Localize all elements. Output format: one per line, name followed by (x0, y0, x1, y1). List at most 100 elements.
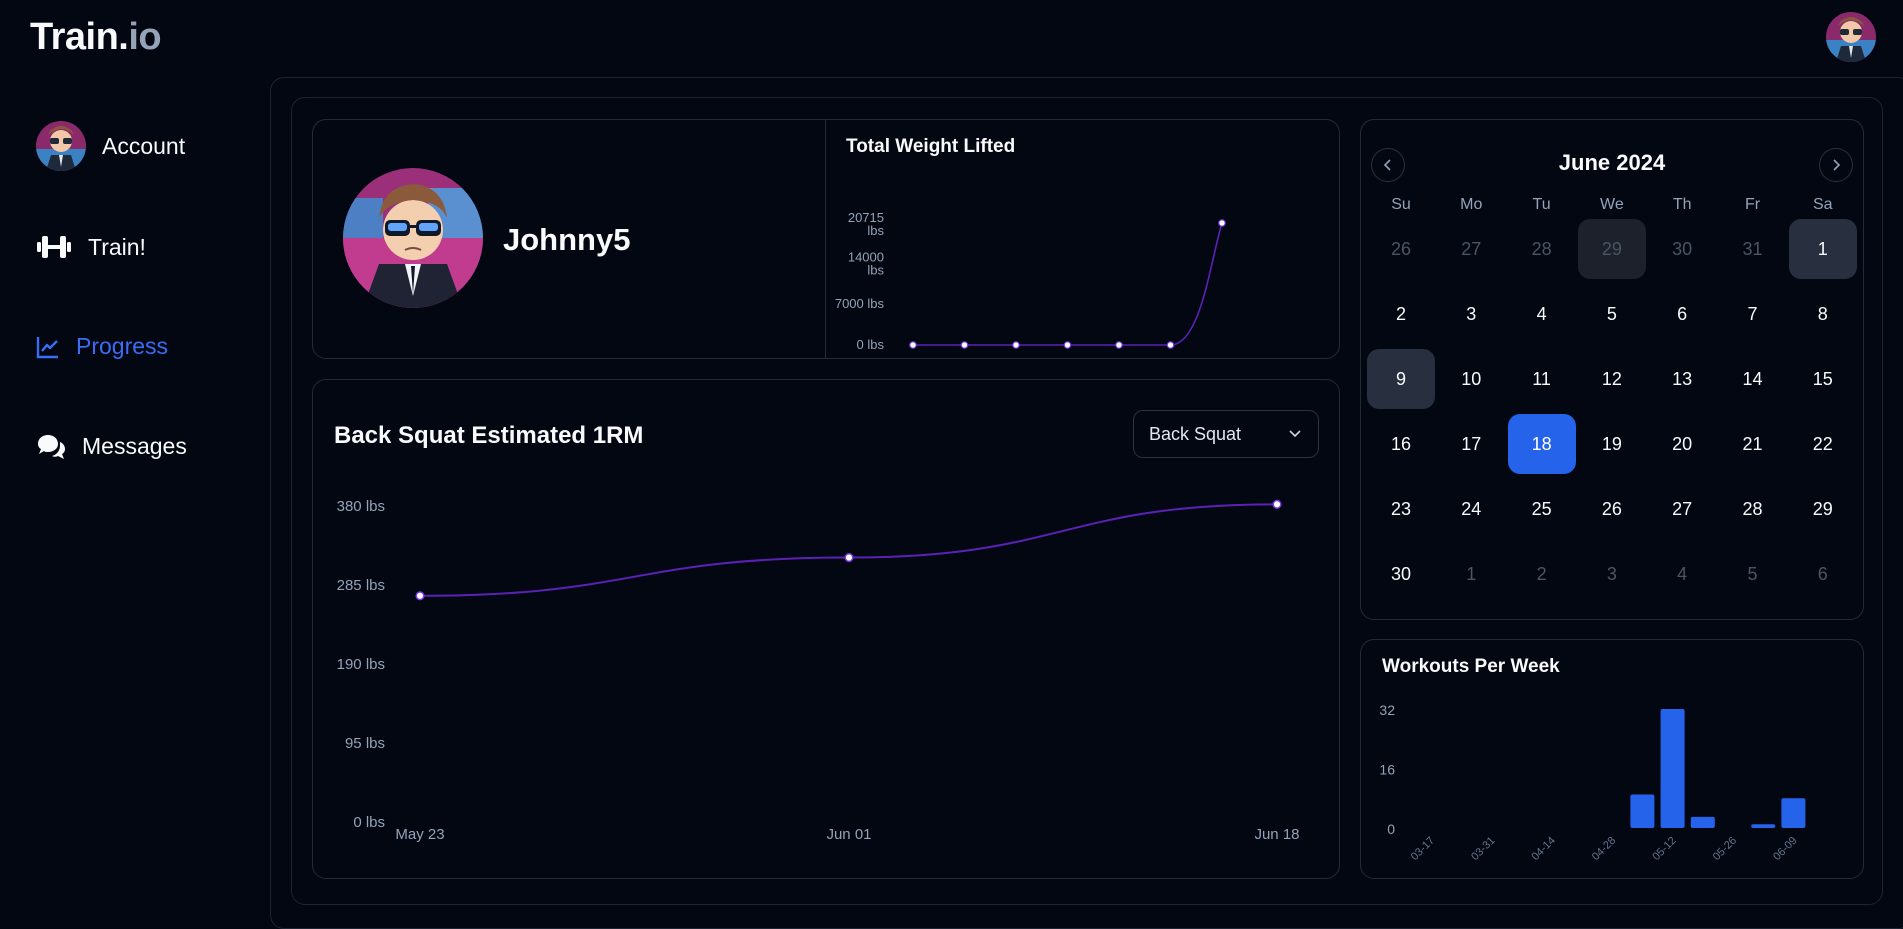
calendar-day[interactable]: 4 (1648, 544, 1716, 604)
nav-progress-label: Progress (76, 333, 169, 359)
calendar-day[interactable]: 21 (1719, 414, 1787, 474)
data-point (909, 341, 917, 349)
calendar-day[interactable]: 16 (1367, 414, 1435, 474)
series-line (419, 503, 1278, 597)
x-tick-label: 03-17 (1409, 835, 1437, 863)
calendar-day[interactable]: 30 (1648, 219, 1716, 279)
calendar-day[interactable]: 4 (1508, 284, 1576, 344)
calendar-day[interactable]: 13 (1648, 349, 1716, 409)
x-tick-label: 06-16 (1088, 355, 1117, 356)
bar (1630, 794, 1655, 828)
y-tick-label: 7000 lbs (835, 296, 885, 311)
y-tick-label: 32 (1379, 702, 1395, 718)
x-tick-label: 06-09 (1771, 835, 1799, 863)
x-tick-label: 06-15 (1036, 355, 1065, 356)
y-tick-label: 95 lbs (345, 735, 385, 752)
y-tick-label: 0 lbs (353, 814, 385, 831)
calendar-day[interactable]: 19 (1578, 414, 1646, 474)
x-tick-label: Jun 01 (826, 826, 871, 843)
calendar-day[interactable]: 26 (1578, 479, 1646, 539)
data-point (1272, 499, 1282, 509)
data-point (1166, 341, 1175, 349)
total-weight-title: Total Weight Lifted (846, 136, 1016, 157)
nav-train-label: Train! (88, 233, 146, 260)
calendar-day[interactable]: 29 (1789, 479, 1857, 539)
bar (1751, 824, 1776, 828)
app-logo[interactable]: Train.io (30, 16, 162, 59)
data-point (415, 591, 425, 601)
chevron-right-icon (1833, 159, 1841, 171)
calendar-day[interactable]: 25 (1508, 479, 1576, 539)
nav-account[interactable]: Account (36, 121, 185, 171)
calendar-day[interactable]: 6 (1648, 284, 1716, 344)
nav-account-label: Account (102, 132, 186, 159)
squat-card: Back Squat Estimated 1RM Back Squat 0 lb… (312, 379, 1340, 879)
profile-avatar (343, 168, 483, 308)
calendar-day[interactable]: 6 (1789, 544, 1857, 604)
calendar-day[interactable]: 29 (1577, 219, 1646, 279)
chart-line-icon (36, 336, 58, 358)
calendar-day[interactable]: 1 (1788, 219, 1857, 279)
calendar-day[interactable]: 14 (1719, 349, 1787, 409)
data-point (960, 341, 969, 349)
calendar-day[interactable]: 30 (1367, 544, 1435, 604)
calendar-day[interactable]: 31 (1719, 219, 1787, 279)
account-avatar (36, 121, 86, 171)
calendar-day[interactable]: 26 (1367, 219, 1435, 279)
x-tick-label: 04-28 (1590, 835, 1618, 863)
calendar-day[interactable]: 10 (1437, 349, 1505, 409)
calendar-card: June 2024 Su Mo Tu We Th Fr Sa 26 27 28 29 30 31 1 2 3 4… (1360, 119, 1864, 620)
calendar-day[interactable]: 3 (1437, 284, 1505, 344)
calendar-day[interactable]: 27 (1437, 219, 1505, 279)
x-tick-label: 06-17 (1139, 355, 1168, 356)
calendar-day[interactable]: 5 (1578, 284, 1646, 344)
calendar-day[interactable]: 24 (1437, 479, 1505, 539)
y-tick-label: 380 lbs (337, 498, 385, 515)
x-tick-label: May 23 (395, 826, 444, 843)
x-tick-label: 06-14 (985, 355, 1014, 356)
calendar-day[interactable]: 5 (1719, 544, 1787, 604)
calendar-day[interactable]: 17 (1437, 414, 1505, 474)
y-tick-label: 285 lbs (337, 577, 385, 594)
calendar-day[interactable]: 11 (1508, 349, 1576, 409)
calendar-day[interactable]: 22 (1789, 414, 1857, 474)
calendar-next-button[interactable] (1819, 148, 1853, 182)
calendar-day[interactable]: 28 (1508, 219, 1576, 279)
calendar-day[interactable]: 20 (1648, 414, 1716, 474)
y-tick-label: 0 (1387, 821, 1395, 837)
calendar-day[interactable]: 8 (1789, 284, 1857, 344)
x-tick-label: 06-13 (933, 355, 962, 356)
workouts-chart: 0 16 32 03-17 03-31 04-14 04-28 05-12 05-26 06-09 (1379, 702, 1806, 863)
series-line (913, 222, 1223, 346)
bar (1690, 816, 1715, 828)
calendar-month-label: June 2024 (1558, 150, 1666, 175)
calendar-day[interactable]: 28 (1719, 479, 1787, 539)
y-tick-label-unit: lbs (867, 263, 884, 278)
calendar-day[interactable]: 1 (1437, 544, 1505, 604)
weekday-header: Sa (1813, 196, 1833, 213)
calendar-day[interactable]: 9 (1367, 349, 1435, 409)
calendar-day[interactable]: 23 (1367, 479, 1435, 539)
workouts-card: Workouts Per Week 0 16 32 03-17 03-31 04-14 04… (1360, 639, 1864, 879)
nav-train[interactable]: Train! (36, 232, 146, 262)
data-point (1218, 219, 1226, 227)
calendar-day[interactable]: 27 (1648, 479, 1716, 539)
calendar-day[interactable]: 2 (1367, 284, 1435, 344)
weekday-header: Fr (1744, 196, 1761, 213)
logo-suffix: io (128, 16, 162, 58)
weekday-header: We (1600, 196, 1624, 213)
nav-progress[interactable]: Progress (36, 333, 168, 360)
nav-messages[interactable]: Messages (36, 433, 187, 460)
calendar-day[interactable]: 7 (1719, 284, 1787, 344)
y-tick-label: 16 (1379, 762, 1395, 778)
x-tick-label: 03-31 (1469, 835, 1497, 863)
calendar-day[interactable]: 2 (1508, 544, 1576, 604)
calendar-day[interactable]: 12 (1578, 349, 1646, 409)
dumbbell-icon (37, 236, 71, 258)
user-avatar[interactable] (1826, 12, 1876, 62)
calendar-day[interactable]: 15 (1789, 349, 1857, 409)
calendar-day-selected[interactable]: 18 (1507, 414, 1576, 474)
calendar-day[interactable]: 3 (1578, 544, 1646, 604)
weekday-header: Th (1672, 196, 1692, 213)
y-tick-label-unit: lbs (867, 223, 884, 238)
